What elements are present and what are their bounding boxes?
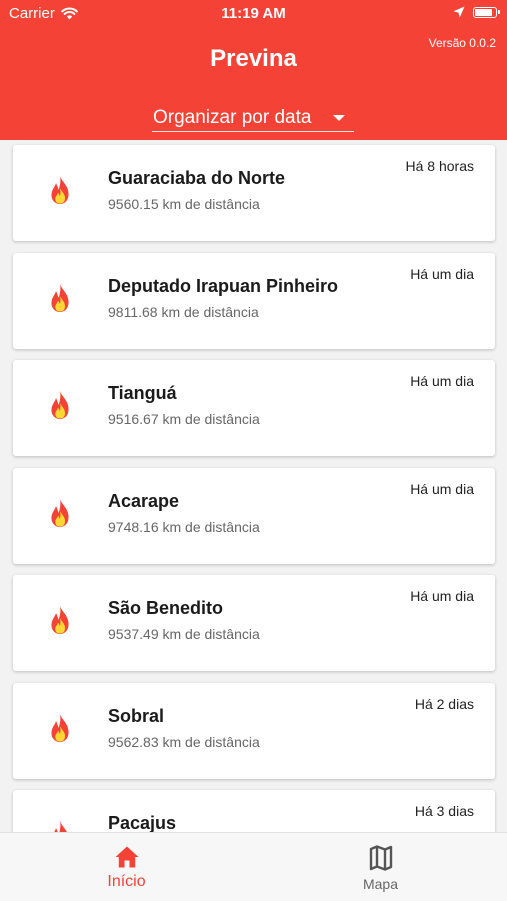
fire-distance: 9811.68 km de distância bbox=[108, 303, 259, 320]
fire-distance: 9516.67 km de distância bbox=[108, 411, 260, 427]
fire-distance: 9560.15 km de distância bbox=[108, 196, 260, 212]
nav-tab-map-label: Mapa bbox=[362, 876, 399, 892]
fire-list[interactable]: Guaraciaba do Norte 9560.15 km de distânc… bbox=[0, 140, 507, 832]
fire-card[interactable]: Sobral 9562.83 km de distância Há 2 dias bbox=[13, 682, 495, 779]
fire-time-ago: Há 8 horas bbox=[405, 158, 474, 174]
fire-location-name: Deputado Irapuan Pinheiro bbox=[108, 275, 339, 296]
fire-card[interactable]: Pacajus Há 3 dias bbox=[13, 790, 495, 832]
fire-icon bbox=[51, 283, 69, 312]
fire-location-name: Acarape bbox=[108, 490, 180, 511]
fire-card[interactable]: São Benedito 9537.49 km de distância Há um… bbox=[13, 575, 495, 671]
fire-location-name: Tianguá bbox=[108, 383, 177, 403]
fire-card[interactable]: Guaraciaba do Norte 9560.15 km de distânc… bbox=[13, 145, 495, 241]
fire-icon bbox=[54, 821, 67, 832]
fire-location-name: São Benedito bbox=[108, 598, 224, 618]
app-header: Carrier 11:19 AM Previna Versão 0.0.2 Or… bbox=[0, 0, 507, 140]
fire-distance: 9748.16 km de distância bbox=[108, 518, 260, 535]
fire-icon bbox=[51, 606, 69, 634]
fire-time-ago: Há um dia bbox=[410, 265, 474, 282]
fire-distance: 9562.83 km de distância bbox=[108, 733, 260, 750]
fire-time-ago: Há 3 dias bbox=[414, 803, 474, 819]
version-label: Versão 0.0.2 bbox=[428, 36, 496, 50]
fire-location-name: Sobral bbox=[108, 705, 165, 726]
status-time: 11:19 AM bbox=[221, 5, 286, 22]
nav-tab-home[interactable]: Início bbox=[0, 833, 253, 901]
map-icon bbox=[369, 845, 392, 871]
fire-card[interactable]: Tianguá 9516.67 km de distância Há um dia bbox=[13, 360, 495, 456]
fire-location-name: Guaraciaba do Norte bbox=[108, 168, 286, 188]
fire-icon bbox=[51, 498, 69, 527]
fire-card[interactable]: Deputado Irapuan Pinheiro 9811.68 km de d… bbox=[13, 252, 495, 349]
chevron-down-icon bbox=[333, 114, 345, 121]
fire-time-ago: Há um dia bbox=[410, 480, 474, 497]
fire-time-ago: Há um dia bbox=[410, 373, 474, 389]
fire-time-ago: Há 2 dias bbox=[414, 695, 474, 712]
status-bar: Carrier 11:19 AM bbox=[0, 0, 507, 28]
fire-time-ago: Há um dia bbox=[410, 588, 474, 604]
fire-card[interactable]: Acarape 9748.16 km de distância Há um dia bbox=[13, 467, 495, 564]
battery-icon bbox=[473, 6, 500, 18]
fire-icon bbox=[51, 176, 69, 204]
fire-distance: 9537.49 km de distância bbox=[108, 626, 260, 642]
fire-location-name: Pacajus bbox=[108, 813, 177, 832]
nav-tab-home-label: Início bbox=[107, 873, 146, 890]
nav-tab-map[interactable]: Mapa bbox=[254, 833, 507, 901]
bottom-navigation: Início Mapa bbox=[0, 832, 507, 901]
status-right bbox=[453, 6, 500, 18]
sort-dropdown[interactable]: Organizar por data bbox=[152, 104, 354, 132]
fire-icon bbox=[51, 713, 69, 742]
fire-icon bbox=[51, 391, 69, 419]
sort-dropdown-label: Organizar por data bbox=[153, 106, 312, 128]
location-arrow-icon bbox=[453, 6, 465, 18]
home-icon bbox=[115, 846, 138, 868]
